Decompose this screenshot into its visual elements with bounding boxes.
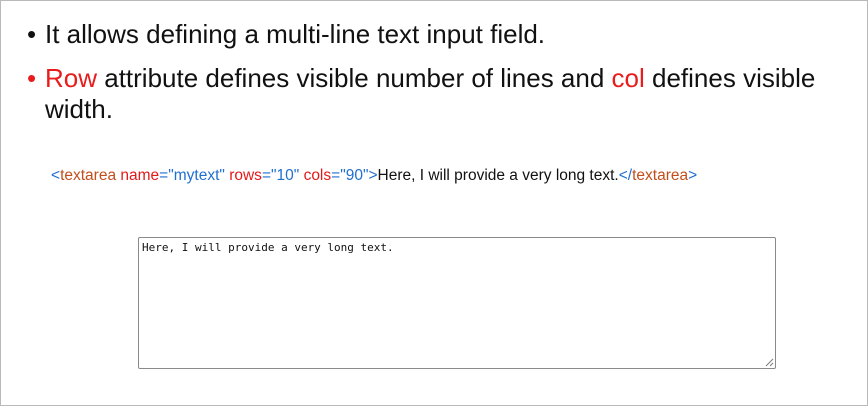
bullet-marker: • <box>27 63 37 93</box>
code-example: <textarea name="mytext" rows="10" cols="… <box>51 166 697 186</box>
code-rows-value: "10" <box>271 167 300 184</box>
mytext-textarea[interactable] <box>138 237 776 369</box>
keyword-row: Row <box>45 63 98 93</box>
code-equals: = <box>261 167 271 184</box>
code-attr-value: "mytext" <box>168 167 225 184</box>
bullet-text: Row attribute defines visible number of … <box>45 63 835 125</box>
code-cols-value: "90" <box>340 167 369 184</box>
code-attr-name: name <box>120 167 160 184</box>
code-close-bracket: > <box>368 167 378 184</box>
code-equals: = <box>331 167 341 184</box>
code-attr-rows: rows <box>229 167 262 184</box>
textarea-demo-container <box>138 237 776 369</box>
slide: • It allows defining a multi-line text i… <box>0 0 868 406</box>
code-attr-cols: cols <box>303 167 332 184</box>
bullet-marker: • <box>27 19 37 49</box>
bullet-text: It allows defining a multi-line text inp… <box>45 19 546 49</box>
code-end-close: > <box>688 167 698 184</box>
code-equals: = <box>159 167 169 184</box>
keyword-col: col <box>611 63 645 93</box>
code-end-open: </ <box>618 167 633 184</box>
bullet-row-col-attributes: • Row attribute defines visible number o… <box>27 63 835 125</box>
code-content: Here, I will provide a very long text. <box>377 167 619 184</box>
bullet-multiline-field: • It allows defining a multi-line text i… <box>27 19 835 50</box>
code-end-tag-name: textarea <box>632 167 689 184</box>
code-tag-name: textarea <box>60 167 117 184</box>
code-open-bracket: < <box>51 167 61 184</box>
resize-grip-icon[interactable] <box>765 358 774 367</box>
bullet-text-part: attribute defines visible number of line… <box>97 63 612 93</box>
